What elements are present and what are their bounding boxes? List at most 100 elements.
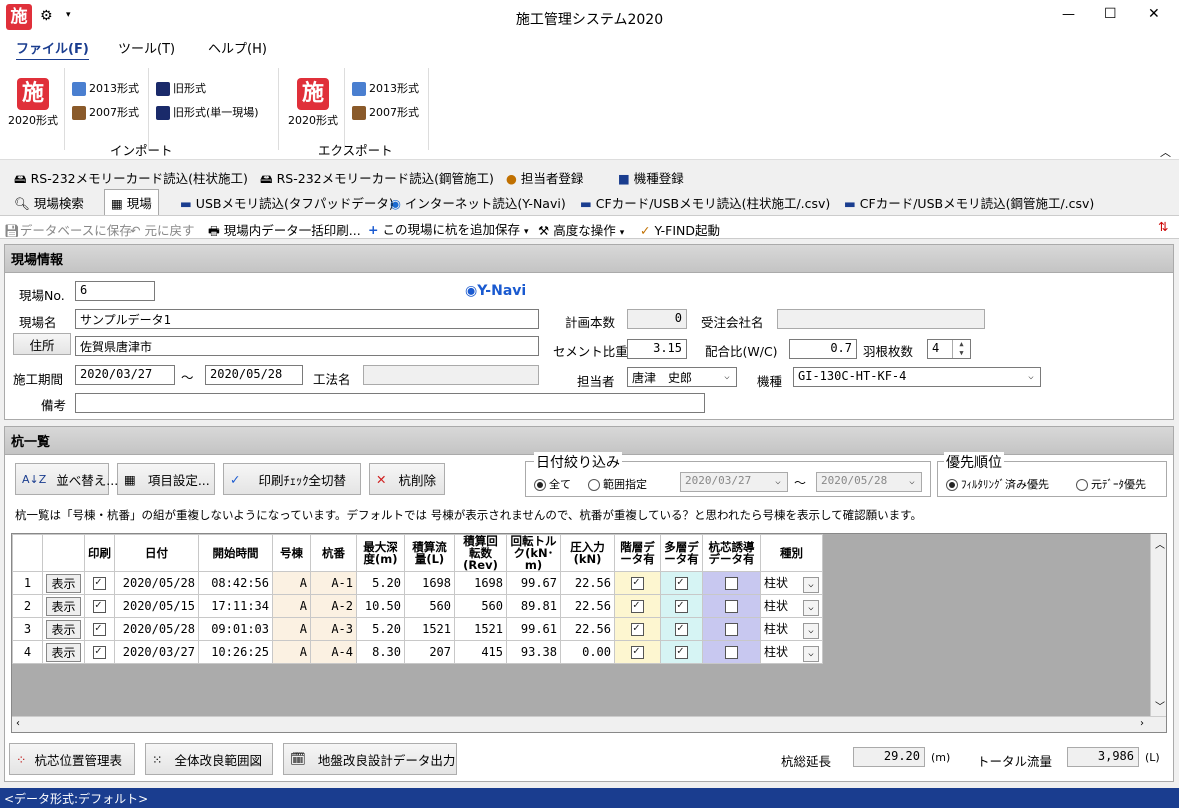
column-settings-button[interactable]: ▦ 項目設定...	[117, 463, 215, 495]
tab-file[interactable]: ファイル(F)	[16, 38, 89, 62]
undo-button[interactable]: ↶ 元に戻す	[130, 220, 194, 239]
table-row[interactable]: 1 表示 2020/05/28 08:42:56 A A-1 5.20 1698 1698 99.…	[12, 571, 823, 595]
col-revolutions[interactable]: 積算回転数(Rev)	[454, 534, 507, 572]
guide-data-checkbox[interactable]	[725, 600, 738, 613]
tab-internet-ynavi[interactable]: ◉ インターネット読込(Y-Navi)	[390, 193, 566, 212]
address-button[interactable]: 住所	[13, 333, 71, 355]
save-db-button[interactable]: 💾︎データベースに保存	[4, 220, 132, 239]
filter-all-radio[interactable]: 全て	[534, 476, 571, 492]
col-flow[interactable]: 積算流量(L)	[404, 534, 455, 572]
col-max-depth[interactable]: 最大深度(m)	[356, 534, 405, 572]
col-press[interactable]: 圧入力(kN)	[560, 534, 615, 572]
scroll-left-icon[interactable]: ‹	[16, 718, 20, 729]
col-start-time[interactable]: 開始時間	[198, 534, 273, 572]
print-checkbox[interactable]	[93, 575, 106, 590]
wc-input[interactable]: 0.7	[789, 339, 857, 359]
col-kind[interactable]: 種別	[760, 534, 823, 572]
advanced-ops-button[interactable]: ⚒ 高度な操作 ▾	[538, 220, 624, 239]
layer-data-checkbox[interactable]	[631, 644, 644, 659]
table-row[interactable]: 4 表示 2020/03/27 10:26:25 A A-4 8.30 207 415 93.38…	[12, 640, 823, 664]
kind-cell[interactable]: 柱状 ⌵	[760, 617, 823, 641]
layer-data-checkbox[interactable]	[631, 621, 644, 636]
horizontal-scrollbar[interactable]: ‹ ›	[12, 716, 1166, 732]
site-no-input[interactable]: 6	[75, 281, 155, 301]
multi-layer-checkbox[interactable]	[675, 575, 688, 590]
site-name-input[interactable]: サンプルデータ1	[75, 309, 539, 329]
col-multi-layer-data[interactable]: 多層データ有	[660, 534, 703, 572]
chevron-down-icon[interactable]: ⌵	[803, 645, 819, 662]
design-data-export-button[interactable]: 🗓︎ 地盤改良設計データ出力	[283, 743, 457, 775]
layer-data-checkbox[interactable]	[631, 598, 644, 613]
chevron-down-icon[interactable]: ⌵	[803, 622, 819, 639]
spin-arrows-icon[interactable]: ▲ ▼	[952, 340, 970, 358]
col-layer-data[interactable]: 階層データ有	[614, 534, 661, 572]
multi-layer-checkbox[interactable]	[675, 598, 688, 613]
close-button[interactable]: ✕	[1148, 6, 1160, 22]
kind-cell[interactable]: 柱状 ⌵	[760, 594, 823, 618]
tab-usb-toughpad[interactable]: ▬ USBメモリ読込(タフパッドデータ)	[180, 193, 394, 212]
col-guide-data[interactable]: 杭芯誘導データ有	[702, 534, 761, 572]
import-2020-button[interactable]: 施 2020形式	[8, 78, 58, 128]
end-date-input[interactable]: 2020/05/28	[205, 365, 303, 385]
kind-cell[interactable]: 柱状 ⌵	[760, 640, 823, 664]
maximize-button[interactable]: ☐	[1104, 6, 1117, 22]
export-2013-button[interactable]: 2013形式	[352, 80, 419, 96]
delete-pile-button[interactable]: ✕ 杭削除	[369, 463, 445, 495]
toggle-print-check-button[interactable]: ✓ 印刷ﾁｪｯｸ全切替	[223, 463, 361, 495]
import-old-button[interactable]: 旧形式	[156, 80, 206, 96]
col-torque[interactable]: 回転トルク(kN･m)	[506, 534, 561, 572]
filter-range-radio[interactable]: 範囲指定	[588, 476, 647, 492]
overall-range-button[interactable]: ⁙ 全体改良範囲図	[145, 743, 273, 775]
model-select[interactable]: GI-130C-HT-KF-4 ⌵	[793, 367, 1041, 387]
chevron-down-icon[interactable]: ⌵	[803, 576, 819, 593]
scroll-right-icon[interactable]: ›	[1140, 718, 1144, 729]
guide-data-checkbox[interactable]	[725, 646, 738, 659]
chevron-down-icon[interactable]: ⌵	[803, 599, 819, 616]
note-input[interactable]	[75, 393, 705, 413]
collapse-ribbon-icon[interactable]: ︿	[1160, 144, 1171, 160]
tab-site-search[interactable]: 🔍︎ 現場検索	[14, 193, 84, 212]
minimize-button[interactable]: —	[1062, 7, 1075, 22]
show-button[interactable]: 表示	[46, 619, 81, 639]
priority-filtered-radio[interactable]: ﾌｨﾙﾀﾘﾝｸﾞ済み優先	[946, 476, 1049, 492]
multi-layer-checkbox[interactable]	[675, 621, 688, 636]
export-2020-button[interactable]: 施 2020形式	[288, 78, 338, 128]
tab-site[interactable]: ▦ 現場	[104, 189, 159, 215]
kind-cell[interactable]: 柱状 ⌵	[760, 571, 823, 595]
rs232-column-button[interactable]: 🖴 RS-232メモリーカード読込(柱状施工)	[14, 168, 248, 191]
tab-cf-steel[interactable]: ▬ CFカード/USBメモリ読込(鋼管施工/.csv)	[844, 193, 1094, 212]
guide-data-checkbox[interactable]	[725, 623, 738, 636]
pile-position-table-button[interactable]: ⁘ 杭芯位置管理表	[9, 743, 135, 775]
export-2007-button[interactable]: 2007形式	[352, 104, 419, 120]
col-print[interactable]: 印刷	[84, 534, 115, 572]
person-select[interactable]: 唐津 史郎 ⌵	[627, 367, 737, 387]
add-pile-button[interactable]: + この現場に杭を追加保存 ▾	[368, 219, 529, 238]
guide-data-checkbox[interactable]	[725, 577, 738, 590]
sort-arrows-icon[interactable]: ⇅	[1158, 219, 1168, 234]
bulk-print-button[interactable]: 🖶 現場内データ一括印刷...	[208, 220, 361, 243]
show-button[interactable]: 表示	[46, 596, 81, 616]
print-checkbox[interactable]	[93, 598, 106, 613]
multi-layer-checkbox[interactable]	[675, 644, 688, 659]
import-2007-button[interactable]: 2007形式	[72, 104, 139, 120]
show-button[interactable]: 表示	[46, 642, 81, 662]
blades-stepper[interactable]: 4 ▲ ▼	[927, 339, 971, 359]
cement-input[interactable]: 3.15	[627, 339, 687, 359]
address-input[interactable]: 佐賀県唐津市	[75, 336, 539, 356]
scroll-down-icon[interactable]: ﹀	[1155, 698, 1165, 713]
table-row[interactable]: 3 表示 2020/05/28 09:01:03 A A-3 5.20 1521 1521 99.…	[12, 617, 823, 641]
tab-help[interactable]: ヘルプ(H)	[208, 38, 267, 57]
import-old-single-button[interactable]: 旧形式(単一現場)	[156, 104, 259, 120]
register-person-button[interactable]: ● 担当者登録	[506, 168, 583, 187]
layer-data-checkbox[interactable]	[631, 575, 644, 590]
start-date-input[interactable]: 2020/03/27	[75, 365, 175, 385]
register-machine-button[interactable]: ■ 機種登録	[618, 168, 684, 187]
tab-cf-column[interactable]: ▬ CFカード/USBメモリ読込(柱状施工/.csv)	[580, 193, 830, 212]
vertical-scrollbar[interactable]: ︿ ﹀	[1150, 534, 1166, 716]
yfind-button[interactable]: ✓ Y-FIND起動	[640, 220, 720, 239]
rs232-steel-button[interactable]: 🖴 RS-232メモリーカード読込(鋼管施工)	[260, 168, 494, 191]
sort-button[interactable]: A↓Z 並べ替え...	[15, 463, 118, 495]
pile-grid[interactable]: 印刷 日付 開始時間 号棟 杭番 最大深度(m) 積算流量(L) 積算回転数(R…	[11, 533, 1167, 733]
priority-original-radio[interactable]: 元ﾃﾞｰﾀ優先	[1076, 476, 1146, 492]
scroll-up-icon[interactable]: ︿	[1155, 536, 1165, 551]
